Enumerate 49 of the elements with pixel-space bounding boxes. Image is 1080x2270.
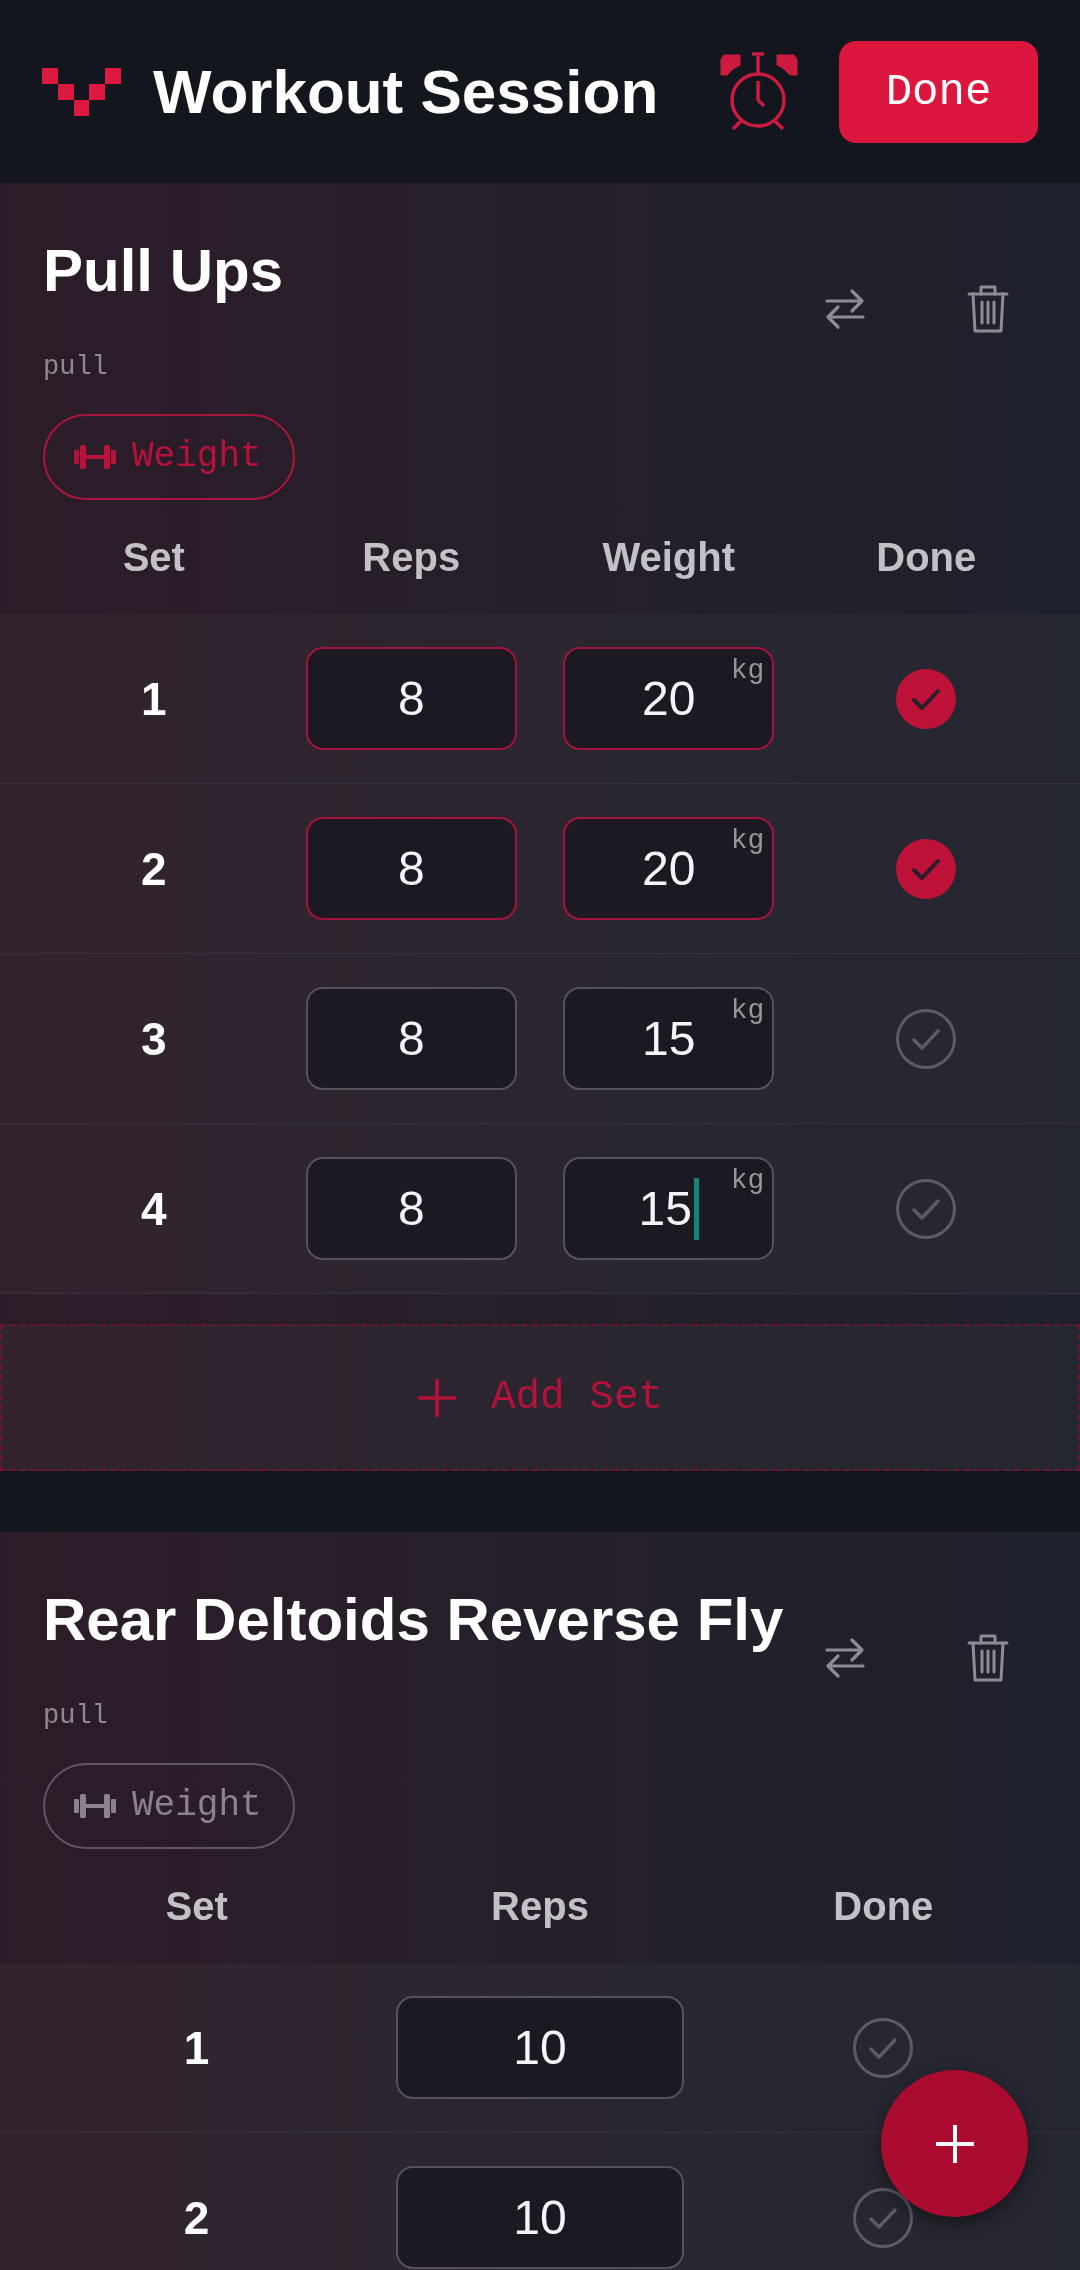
exercise-title: Pull Ups	[43, 236, 284, 306]
reps-field[interactable]: 8	[305, 1157, 517, 1260]
weight-field[interactable]: 20 kg	[563, 647, 775, 750]
set-number: 2	[183, 2194, 210, 2241]
tag-chip[interactable]: Weight	[43, 1763, 295, 1849]
check-circle-icon[interactable]	[896, 668, 957, 729]
unit-label: kg	[730, 827, 765, 855]
logo-icon	[42, 67, 121, 116]
column-header: Reps	[491, 1886, 589, 1926]
text-cursor	[693, 1177, 699, 1240]
set-number: 4	[140, 1185, 167, 1232]
unit-label: kg	[730, 657, 765, 685]
weight-field[interactable]: 15 kg	[563, 987, 775, 1090]
check-circle-icon[interactable]	[896, 1178, 957, 1239]
reps-field[interactable]: 10	[396, 2166, 684, 2269]
column-header: Done	[833, 1886, 934, 1926]
exercise-title: Rear Deltoids Reverse Fly	[43, 1585, 784, 1655]
dumbbell-icon	[72, 1792, 118, 1820]
column-header: Set	[165, 1886, 228, 1926]
check-circle-icon[interactable]	[896, 838, 957, 899]
set-number: 2	[140, 845, 167, 892]
reps-field[interactable]: 8	[305, 647, 517, 750]
check-circle-icon[interactable]	[853, 2017, 914, 2078]
column-header: Set	[122, 537, 185, 577]
set-number: 3	[140, 1015, 167, 1062]
category-label: pull	[43, 1700, 108, 1733]
dumbbell-icon	[72, 443, 118, 471]
set-number: 1	[183, 2024, 210, 2071]
reps-field[interactable]: 8	[305, 987, 517, 1090]
check-circle-icon[interactable]	[896, 1008, 957, 1069]
unit-label: kg	[730, 1167, 765, 1195]
column-header: Done	[876, 537, 977, 577]
unit-label: kg	[730, 997, 765, 1025]
plus-icon	[416, 1377, 457, 1418]
reps-field[interactable]: 8	[305, 817, 517, 920]
column-header: Weight	[602, 537, 736, 577]
page-title: Workout Session	[153, 60, 659, 123]
set-number: 1	[140, 675, 167, 722]
alarm-clock-icon[interactable]	[720, 51, 798, 132]
weight-field[interactable]: 20 kg	[563, 817, 775, 920]
category-label: pull	[43, 351, 108, 384]
plus-icon	[934, 2123, 975, 2164]
column-header: Reps	[362, 537, 461, 577]
trash-icon[interactable]	[966, 283, 1010, 334]
trash-icon[interactable]	[966, 1632, 1010, 1683]
reps-field[interactable]: 10	[396, 1996, 684, 2099]
done-button[interactable]: Done	[839, 40, 1038, 143]
check-circle-icon[interactable]	[853, 2187, 914, 2248]
weight-field[interactable]: 15 kg	[563, 1157, 775, 1260]
